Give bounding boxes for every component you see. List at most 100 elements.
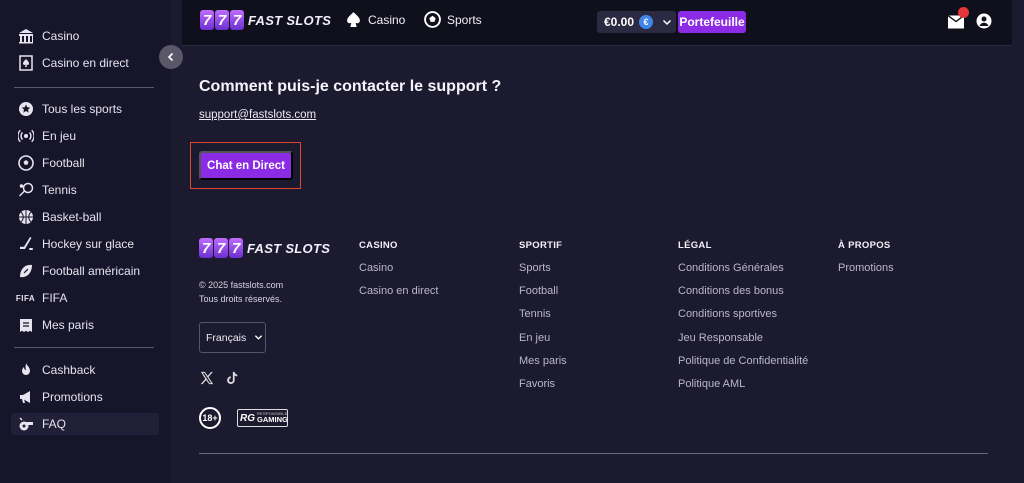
sidebar-divider (14, 347, 154, 348)
x-twitter-link[interactable] (200, 371, 215, 386)
live-chat-button[interactable]: Chat en Direct (199, 151, 293, 180)
footer-logo[interactable]: 777 FAST SLOTS (199, 238, 330, 258)
fifa-icon: FIFA (15, 293, 36, 303)
footer-link-jeu-responsable[interactable]: Jeu Responsable (678, 332, 763, 344)
rg-mark: RG (240, 412, 255, 424)
balance-amount: €0.00 (604, 15, 635, 29)
footer-link-politique-confidentialite[interactable]: Politique de Confidentialité (678, 355, 808, 367)
sidebar-item-label: Basket-ball (42, 210, 102, 224)
soccer-ball-icon (424, 11, 441, 28)
language-select[interactable]: Français (199, 322, 266, 353)
footer-link-sports[interactable]: Sports (519, 262, 551, 274)
nav-casino-label: Casino (368, 12, 406, 27)
sidebar: Casino Casino en direct Tous les sports … (0, 0, 171, 483)
footer-link-conditions-sportives[interactable]: Conditions sportives (678, 308, 777, 320)
basketball-icon (17, 209, 34, 226)
logo-777: 777 (200, 10, 244, 30)
betslip-icon (17, 317, 34, 334)
sidebar-item-cashback[interactable]: Cashback (11, 359, 159, 381)
sidebar-item-label: Casino en direct (42, 56, 129, 70)
megaphone-icon (17, 389, 34, 406)
star-badge-icon (17, 101, 34, 118)
sidebar-item-faq[interactable]: FAQ (11, 413, 159, 435)
sidebar-item-label: Tennis (42, 183, 77, 197)
sidebar-item-en-jeu[interactable]: En jeu (11, 125, 159, 147)
footer-link-casino[interactable]: Casino (359, 262, 393, 274)
sidebar-item-fifa[interactable]: FIFA FIFA (11, 287, 159, 309)
footer-heading-casino: CASINO (359, 240, 398, 251)
balance-selector[interactable]: €0.00 € (597, 11, 676, 33)
tiktok-icon (227, 371, 238, 384)
nav-sports-label: Sports (447, 12, 482, 27)
top-header: 777 FAST SLOTS Casino Sports €0.00 € Por… (182, 0, 1012, 46)
sidebar-item-label: Football (42, 156, 85, 170)
x-twitter-icon (200, 371, 214, 385)
footer-link-mes-paris[interactable]: Mes paris (519, 355, 567, 367)
footer-link-conditions-generales[interactable]: Conditions Générales (678, 262, 784, 274)
sidebar-item-label: Tous les sports (42, 102, 123, 116)
sidebar-item-label: Hockey sur glace (42, 237, 135, 251)
footer-link-politique-aml[interactable]: Politique AML (678, 378, 745, 390)
sidebar-item-label: Mes paris (42, 318, 95, 332)
chevron-left-icon (167, 52, 174, 62)
chevron-down-icon (255, 335, 263, 340)
language-select-value: Français (206, 331, 247, 344)
footer-heading-legal: LÉGAL (678, 240, 712, 251)
footer-link-football[interactable]: Football (519, 285, 558, 297)
footer-divider (199, 453, 988, 454)
sidebar-item-tous-les-sports[interactable]: Tous les sports (11, 98, 159, 120)
age-restriction-badge: 18+ (199, 407, 221, 429)
casino-icon (17, 28, 34, 45)
flame-icon (17, 362, 34, 379)
footer-rights: Tous droits réservés. (199, 294, 283, 304)
nav-sports[interactable]: Sports (424, 11, 482, 28)
nav-casino[interactable]: Casino (345, 11, 405, 28)
footer-heading-a-propos: À PROPOS (838, 240, 891, 251)
responsible-gaming-badge[interactable]: RG RESPONSIBLE GAMING (237, 409, 288, 427)
chevron-down-icon (663, 19, 672, 26)
support-email-link[interactable]: support@fastslots.com (199, 109, 316, 121)
sidebar-item-label: Promotions (42, 390, 103, 404)
american-football-icon (17, 263, 34, 280)
footer-link-conditions-bonus[interactable]: Conditions des bonus (678, 285, 784, 297)
sidebar-divider (14, 87, 154, 88)
footer-link-tennis[interactable]: Tennis (519, 308, 551, 320)
currency-badge: € (639, 15, 654, 29)
sidebar-collapse-button[interactable] (159, 45, 183, 69)
sidebar-item-football-americain[interactable]: Football américain (11, 260, 159, 282)
footer-heading-sportif: SPORTIF (519, 240, 563, 251)
wallet-button[interactable]: Portefeuille (678, 11, 746, 33)
sidebar-item-casino[interactable]: Casino (11, 25, 159, 47)
footer-link-casino-en-direct[interactable]: Casino en direct (359, 285, 439, 297)
sidebar-item-label: Cashback (42, 363, 96, 377)
hockey-stick-icon (17, 236, 34, 253)
spade-icon (347, 12, 360, 27)
sidebar-item-promotions[interactable]: Promotions (11, 386, 159, 408)
faq-question-title: Comment puis-je contacter le support ? (199, 78, 502, 95)
rg-big-text: GAMING (257, 415, 288, 425)
sidebar-item-mes-paris[interactable]: Mes paris (11, 314, 159, 336)
user-icon (976, 13, 992, 29)
sidebar-item-basket-ball[interactable]: Basket-ball (11, 206, 159, 228)
sidebar-item-label: Football américain (42, 264, 141, 278)
sidebar-item-label: FAQ (42, 417, 67, 431)
notification-dot (958, 7, 969, 18)
sidebar-item-casino-en-direct[interactable]: Casino en direct (11, 52, 159, 74)
account-button[interactable] (976, 13, 992, 29)
sidebar-item-hockey-sur-glace[interactable]: Hockey sur glace (11, 233, 159, 255)
whistle-icon (17, 416, 34, 433)
footer-link-promotions[interactable]: Promotions (838, 262, 894, 274)
tiktok-link[interactable] (225, 371, 240, 386)
fastslots-logo[interactable]: 777 FAST SLOTS (200, 10, 331, 30)
sidebar-item-label: Casino (42, 29, 80, 43)
sidebar-item-label: FIFA (42, 291, 68, 305)
footer-copyright: © 2025 fastslots.com (199, 280, 284, 290)
live-broadcast-icon (17, 128, 34, 145)
sidebar-item-football[interactable]: Football (11, 152, 159, 174)
logo-777: 777 (199, 238, 243, 258)
tennis-racket-icon (17, 182, 34, 199)
footer-link-en-jeu[interactable]: En jeu (519, 332, 550, 344)
footer-link-favoris[interactable]: Favoris (519, 378, 555, 390)
logo-wordmark: FAST SLOTS (247, 240, 331, 256)
sidebar-item-tennis[interactable]: Tennis (11, 179, 159, 201)
